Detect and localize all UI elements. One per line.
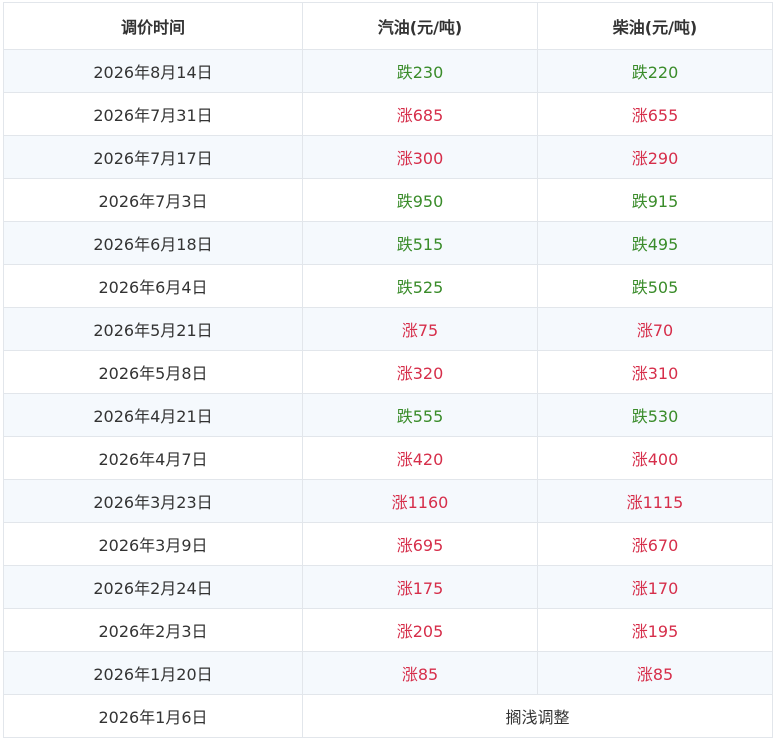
cell-gasoline: 跌555 — [302, 393, 538, 437]
cell-date: 2026年6月4日 — [3, 264, 303, 308]
table-header-row: 调价时间 汽油(元/吨) 柴油(元/吨) — [3, 2, 773, 50]
cell-gasoline: 涨85 — [302, 651, 538, 695]
cell-gasoline: 涨300 — [302, 135, 538, 179]
table-row: 2026年7月31日 涨685 涨655 — [3, 92, 773, 136]
table-row: 2026年7月17日 涨300 涨290 — [3, 135, 773, 179]
cell-diesel: 跌915 — [537, 178, 773, 222]
table-row: 2026年2月24日 涨175 涨170 — [3, 565, 773, 609]
cell-date: 2026年5月21日 — [3, 307, 303, 351]
table-row: 2026年1月20日 涨85 涨85 — [3, 651, 773, 695]
table-row: 2026年2月3日 涨205 涨195 — [3, 608, 773, 652]
cell-diesel: 涨400 — [537, 436, 773, 480]
cell-gasoline: 涨685 — [302, 92, 538, 136]
table-row-no-adjustment: 2026年1月6日 搁浅调整 — [3, 694, 773, 738]
cell-diesel: 跌220 — [537, 49, 773, 93]
cell-diesel: 跌495 — [537, 221, 773, 265]
cell-gasoline: 涨320 — [302, 350, 538, 394]
table-row: 2026年7月3日 跌950 跌915 — [3, 178, 773, 222]
cell-date: 2026年6月18日 — [3, 221, 303, 265]
cell-diesel: 涨85 — [537, 651, 773, 695]
cell-gasoline: 涨695 — [302, 522, 538, 566]
cell-diesel: 涨670 — [537, 522, 773, 566]
cell-diesel: 跌530 — [537, 393, 773, 437]
table-row: 2026年4月7日 涨420 涨400 — [3, 436, 773, 480]
cell-gasoline: 涨1160 — [302, 479, 538, 523]
cell-gasoline: 涨205 — [302, 608, 538, 652]
cell-adjustment-note: 搁浅调整 — [302, 694, 773, 738]
cell-diesel: 涨70 — [537, 307, 773, 351]
cell-diesel: 涨1115 — [537, 479, 773, 523]
cell-diesel: 涨310 — [537, 350, 773, 394]
price-adjustment-table: 调价时间 汽油(元/吨) 柴油(元/吨) 2026年8月14日 跌230 跌22… — [3, 2, 773, 738]
cell-diesel: 涨655 — [537, 92, 773, 136]
cell-diesel: 跌505 — [537, 264, 773, 308]
table-row: 2026年5月21日 涨75 涨70 — [3, 307, 773, 351]
table-row: 2026年5月8日 涨320 涨310 — [3, 350, 773, 394]
header-date: 调价时间 — [3, 2, 303, 50]
cell-date: 2026年2月3日 — [3, 608, 303, 652]
header-gasoline: 汽油(元/吨) — [302, 2, 538, 50]
cell-date: 2026年1月6日 — [3, 694, 303, 738]
cell-diesel: 涨290 — [537, 135, 773, 179]
cell-gasoline: 涨75 — [302, 307, 538, 351]
cell-date: 2026年7月31日 — [3, 92, 303, 136]
table-row: 2026年6月4日 跌525 跌505 — [3, 264, 773, 308]
cell-gasoline: 跌950 — [302, 178, 538, 222]
cell-date: 2026年7月3日 — [3, 178, 303, 222]
cell-date: 2026年3月9日 — [3, 522, 303, 566]
table-row: 2026年3月23日 涨1160 涨1115 — [3, 479, 773, 523]
cell-date: 2026年8月14日 — [3, 49, 303, 93]
cell-gasoline: 跌525 — [302, 264, 538, 308]
table-row: 2026年8月14日 跌230 跌220 — [3, 49, 773, 93]
cell-date: 2026年7月17日 — [3, 135, 303, 179]
cell-gasoline: 跌515 — [302, 221, 538, 265]
cell-date: 2026年4月21日 — [3, 393, 303, 437]
page: 调价时间 汽油(元/吨) 柴油(元/吨) 2026年8月14日 跌230 跌22… — [0, 0, 777, 738]
cell-date: 2026年1月20日 — [3, 651, 303, 695]
cell-date: 2026年4月7日 — [3, 436, 303, 480]
cell-gasoline: 跌230 — [302, 49, 538, 93]
header-diesel: 柴油(元/吨) — [537, 2, 773, 50]
cell-date: 2026年2月24日 — [3, 565, 303, 609]
table-row: 2026年6月18日 跌515 跌495 — [3, 221, 773, 265]
table-row: 2026年4月21日 跌555 跌530 — [3, 393, 773, 437]
cell-diesel: 涨195 — [537, 608, 773, 652]
table-row: 2026年3月9日 涨695 涨670 — [3, 522, 773, 566]
cell-date: 2026年5月8日 — [3, 350, 303, 394]
cell-date: 2026年3月23日 — [3, 479, 303, 523]
cell-gasoline: 涨175 — [302, 565, 538, 609]
cell-gasoline: 涨420 — [302, 436, 538, 480]
cell-diesel: 涨170 — [537, 565, 773, 609]
